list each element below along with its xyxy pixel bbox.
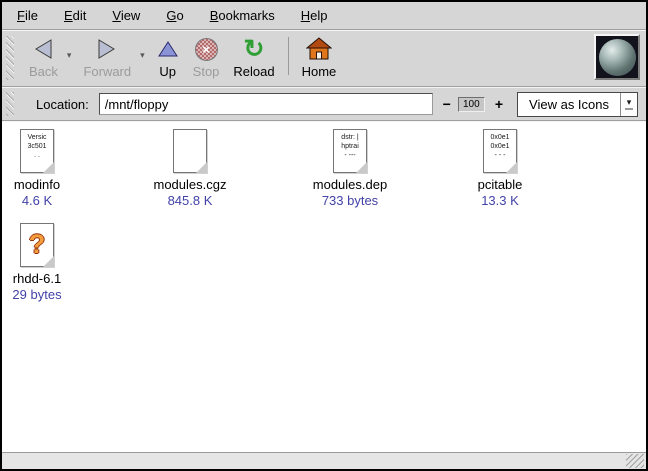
view-mode-label: View as Icons — [518, 93, 620, 116]
zoom-out-button[interactable]: − — [439, 96, 455, 112]
menu-view[interactable]: View — [99, 3, 153, 28]
home-icon — [306, 35, 332, 63]
forward-button[interactable]: Forward — [76, 34, 138, 80]
file-name: modinfo — [2, 177, 103, 192]
view-mode-dropdown[interactable]: View as Icons ▾ — [517, 92, 638, 117]
menu-help[interactable]: Help — [288, 3, 341, 28]
location-bar-drag-handle[interactable] — [6, 92, 14, 116]
home-button[interactable]: Home — [295, 34, 344, 80]
resize-grip-icon[interactable] — [626, 454, 644, 468]
file-item-modules-cgz[interactable]: modules.cgz 845.8 K — [124, 129, 256, 208]
file-item-modules-dep[interactable]: dstr: |hptrai- --- modules.dep 733 bytes — [284, 129, 416, 208]
file-manager-window: File Edit View Go Bookmarks Help Back ▾ … — [0, 0, 648, 471]
blank-file-icon — [173, 129, 207, 173]
toolbar-drag-handle[interactable] — [6, 36, 14, 80]
menu-file[interactable]: File — [4, 3, 51, 28]
reload-button[interactable]: ↻ Reload — [226, 34, 281, 80]
forward-arrow-icon — [95, 35, 119, 63]
text-file-icon: dstr: |hptrai- --- — [333, 129, 367, 173]
reload-icon: ↻ — [244, 35, 265, 63]
throbber-indicator — [594, 34, 640, 80]
file-item-pcitable[interactable]: 0x0e10x0e1- - - pcitable 13.3 K — [434, 129, 566, 208]
file-size: 845.8 K — [124, 193, 256, 208]
file-name: modules.cgz — [124, 177, 256, 192]
menu-bookmarks[interactable]: Bookmarks — [197, 3, 288, 28]
file-item-modinfo[interactable]: Versic3c501. . modinfo 4.6 K — [2, 129, 103, 208]
file-name: modules.dep — [284, 177, 416, 192]
menu-edit[interactable]: Edit — [51, 3, 99, 28]
file-size: 733 bytes — [284, 193, 416, 208]
unknown-file-icon: ? — [20, 223, 54, 267]
file-name: pcitable — [434, 177, 566, 192]
file-size: 4.6 K — [2, 193, 103, 208]
zoom-level-indicator[interactable]: 100 — [458, 97, 485, 112]
file-icon-view[interactable]: Versic3c501. . modinfo 4.6 K modules.cgz… — [2, 122, 646, 452]
file-size: 29 bytes — [2, 287, 103, 302]
text-file-icon: Versic3c501. . — [20, 129, 54, 173]
file-name: rhdd-6.1 — [2, 271, 103, 286]
location-input[interactable] — [99, 93, 433, 115]
toolbar-separator — [288, 37, 289, 75]
back-button[interactable]: Back — [22, 34, 65, 80]
up-arrow-icon — [157, 35, 179, 63]
back-arrow-icon — [31, 35, 55, 63]
location-label: Location: — [36, 97, 89, 112]
stop-button[interactable]: × Stop — [186, 34, 227, 80]
dropdown-arrow-icon: ▾ — [620, 93, 637, 116]
zoom-in-button[interactable]: + — [491, 96, 507, 112]
throbber-sphere-icon — [599, 39, 636, 76]
text-file-icon: 0x0e10x0e1- - - — [483, 129, 517, 173]
menu-bar: File Edit View Go Bookmarks Help — [2, 2, 646, 29]
stop-icon: × — [195, 35, 218, 63]
up-button[interactable]: Up — [150, 34, 186, 80]
menu-go[interactable]: Go — [153, 3, 196, 28]
status-bar — [2, 452, 646, 469]
toolbar: Back ▾ Forward ▾ Up × Stop ↻ Reloa — [2, 31, 646, 86]
back-history-dropdown-icon[interactable]: ▾ — [67, 50, 72, 60]
location-bar: Location: − 100 + View as Icons ▾ — [2, 88, 646, 120]
file-size: 13.3 K — [434, 193, 566, 208]
forward-history-dropdown-icon[interactable]: ▾ — [140, 50, 145, 60]
file-item-rhdd[interactable]: ? rhdd-6.1 29 bytes — [2, 223, 103, 302]
